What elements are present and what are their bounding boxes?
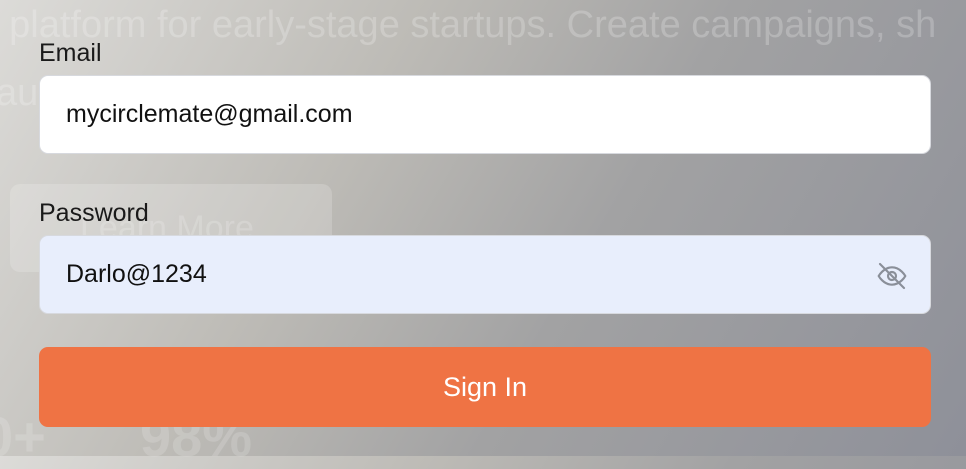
background-tagline-continued: au xyxy=(0,72,39,114)
sign-in-button[interactable]: Sign In xyxy=(39,347,931,427)
password-value: Darlo@1234 xyxy=(66,260,207,288)
email-field[interactable]: mycirclemate@gmail.com xyxy=(39,75,931,154)
background-tagline: t platform for early-stage startups. Cre… xyxy=(0,4,937,46)
password-label: Password xyxy=(39,199,149,227)
email-label: Email xyxy=(39,39,102,67)
password-field[interactable]: Darlo@1234 xyxy=(39,235,931,314)
eye-off-icon[interactable] xyxy=(876,260,908,292)
email-value: mycirclemate@gmail.com xyxy=(66,100,353,128)
